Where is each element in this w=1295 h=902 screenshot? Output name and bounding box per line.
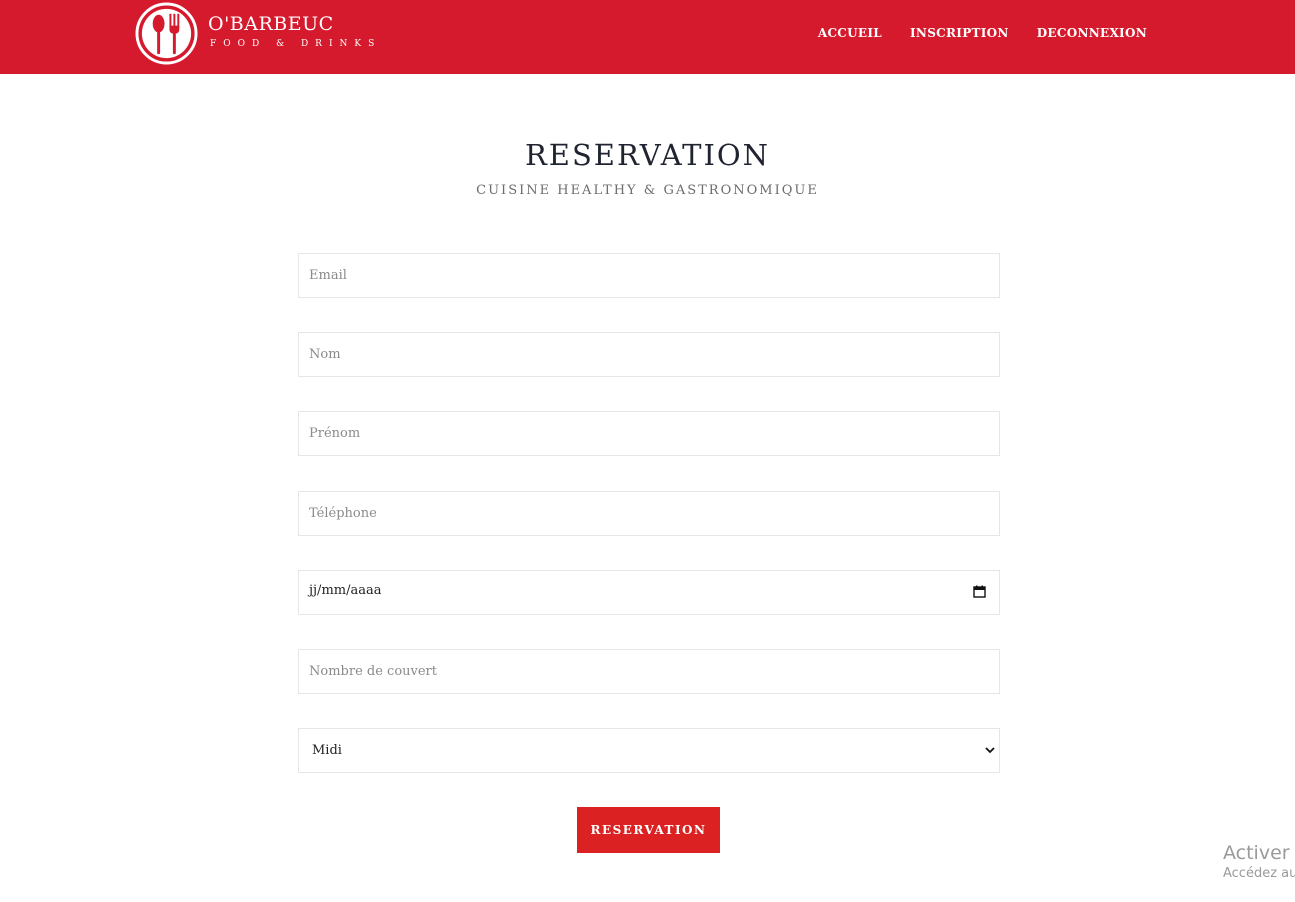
reservation-submit-button[interactable]: RESERVATION [577, 807, 720, 853]
spoon-fork-logo-icon[interactable] [135, 2, 198, 65]
watermark-line-2: Accédez au [1223, 866, 1295, 881]
nav-deconnexion[interactable]: DECONNEXION [1037, 25, 1147, 41]
prenom-input[interactable] [298, 411, 1000, 456]
telephone-input[interactable] [298, 491, 1000, 536]
activation-watermark: Activer W Accédez au [1223, 841, 1295, 883]
couverts-input[interactable] [298, 649, 1000, 694]
service-select[interactable]: Midi [298, 728, 1000, 773]
nav-accueil[interactable]: ACCUEIL [818, 25, 882, 41]
main-nav: ACCUEIL INSCRIPTION DECONNEXION [818, 25, 1147, 41]
brand-name[interactable]: O'BARBEUC [208, 13, 334, 35]
service-select-value: Midi [312, 743, 342, 758]
date-input[interactable] [298, 570, 1000, 615]
nav-inscription[interactable]: INSCRIPTION [910, 25, 1009, 41]
page-subtitle: CUISINE HEALTHY & GASTRONOMIQUE [476, 183, 819, 198]
page-title: RESERVATION [524, 138, 771, 172]
nom-input[interactable] [298, 332, 1000, 377]
brand-tagline: FOOD & DRINKS [210, 39, 382, 49]
header-bar: O'BARBEUC FOOD & DRINKS ACCUEIL INSCRIPT… [0, 0, 1295, 74]
calendar-icon[interactable] [973, 585, 986, 598]
watermark-line-1: Activer W [1223, 842, 1295, 864]
email-input[interactable] [298, 253, 1000, 298]
